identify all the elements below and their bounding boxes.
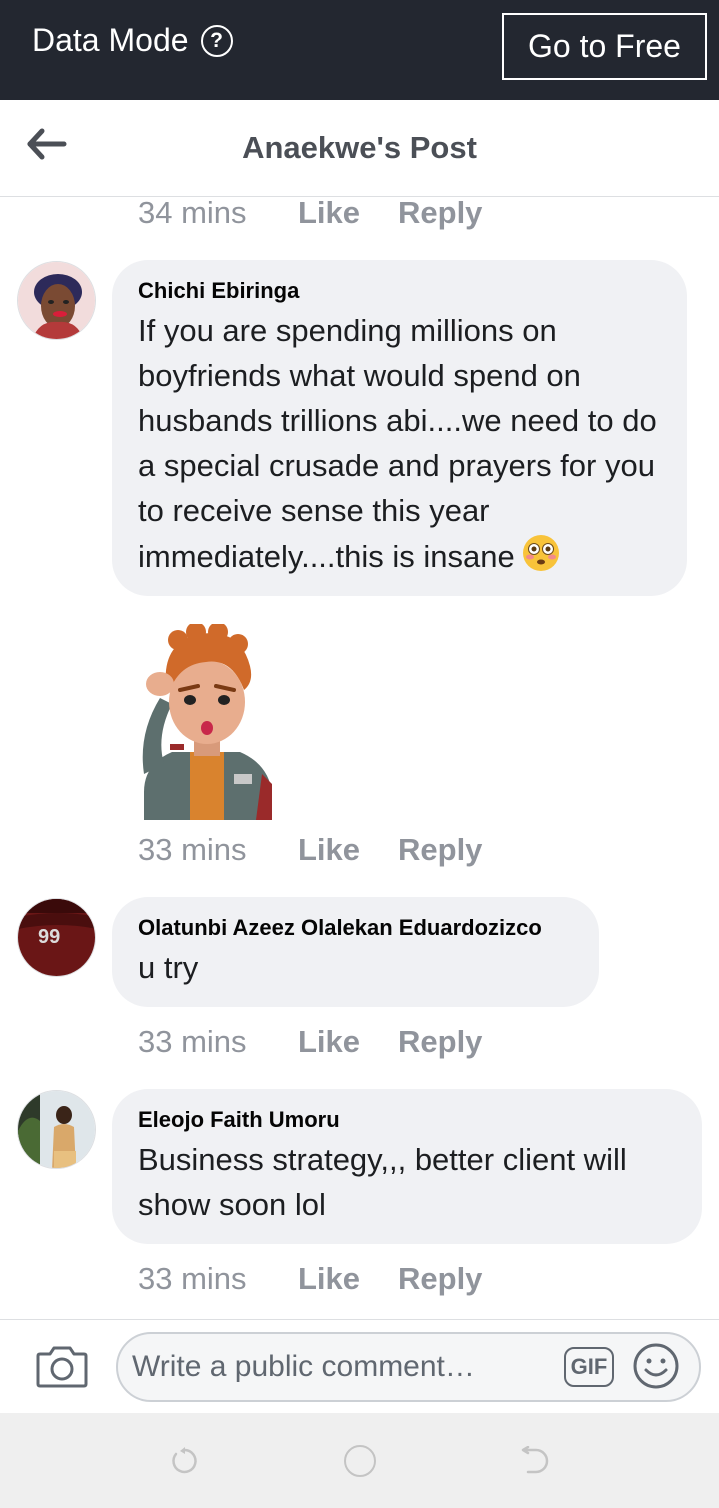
like-button[interactable]: Like xyxy=(298,832,398,868)
back-icon[interactable] xyxy=(520,1445,550,1476)
reply-button[interactable]: Reply xyxy=(398,832,482,868)
data-mode-bar: Data Mode ? Go to Free xyxy=(0,0,719,100)
reply-button[interactable]: Reply xyxy=(398,1024,482,1060)
reply-button[interactable]: Reply xyxy=(398,195,482,231)
comment-meta: 34 mins Like Reply xyxy=(138,195,482,231)
go-to-free-button[interactable]: Go to Free xyxy=(502,13,707,80)
comment-input[interactable] xyxy=(132,1334,552,1400)
system-nav-bar xyxy=(0,1413,719,1508)
comment-timestamp: 34 mins xyxy=(138,195,247,230)
comment-input-field[interactable]: GIF xyxy=(116,1332,701,1402)
recent-apps-icon[interactable] xyxy=(170,1446,200,1476)
comment-timestamp: 33 mins xyxy=(138,1024,247,1059)
home-icon[interactable] xyxy=(344,1445,376,1477)
avatar[interactable] xyxy=(17,261,96,340)
comment-bubble[interactable]: Olatunbi Azeez Olalekan Eduardozizco u t… xyxy=(112,897,599,1007)
comment-author[interactable]: Chichi Ebiringa xyxy=(138,278,661,304)
like-button[interactable]: Like xyxy=(298,1261,398,1297)
gif-button[interactable]: GIF xyxy=(564,1347,614,1387)
comment-text: If you are spending millions on boyfrien… xyxy=(138,308,661,585)
avatar[interactable]: 99 xyxy=(17,898,96,977)
like-button[interactable]: Like xyxy=(298,195,398,231)
avatar-sticker[interactable] xyxy=(136,622,278,820)
comment-meta: 33 mins Like Reply xyxy=(138,1024,482,1060)
page-title: Anaekwe's Post xyxy=(242,130,477,165)
avatar[interactable] xyxy=(17,1090,96,1169)
comment-text: Business strategy,,, better client will … xyxy=(138,1142,627,1222)
like-button[interactable]: Like xyxy=(298,1024,398,1060)
data-mode-label: Data Mode xyxy=(32,22,189,58)
data-mode-indicator[interactable]: Data Mode ? xyxy=(32,22,233,59)
comment-composer: GIF xyxy=(0,1319,719,1413)
camera-icon[interactable] xyxy=(36,1344,88,1388)
jersey-number: 99 xyxy=(38,926,60,948)
flushed-face-emoji xyxy=(521,533,561,585)
reply-button[interactable]: Reply xyxy=(398,1261,482,1297)
comment-author[interactable]: Olatunbi Azeez Olalekan Eduardozizco xyxy=(138,915,573,941)
comment-bubble[interactable]: Eleojo Faith Umoru Business strategy,,, … xyxy=(112,1089,702,1244)
comment-bubble[interactable]: Chichi Ebiringa If you are spending mill… xyxy=(112,260,687,596)
comment-meta: 33 mins Like Reply xyxy=(138,832,482,868)
comment-author[interactable]: Eleojo Faith Umoru xyxy=(138,1107,676,1133)
post-header: Anaekwe's Post xyxy=(0,100,719,197)
help-icon[interactable]: ? xyxy=(200,24,233,57)
comment-timestamp: 33 mins xyxy=(138,1261,247,1296)
smiley-icon[interactable] xyxy=(632,1342,680,1390)
comment-text: u try xyxy=(138,950,199,985)
comment-meta: 33 mins Like Reply xyxy=(138,1261,482,1297)
comment-timestamp: 33 mins xyxy=(138,832,247,867)
